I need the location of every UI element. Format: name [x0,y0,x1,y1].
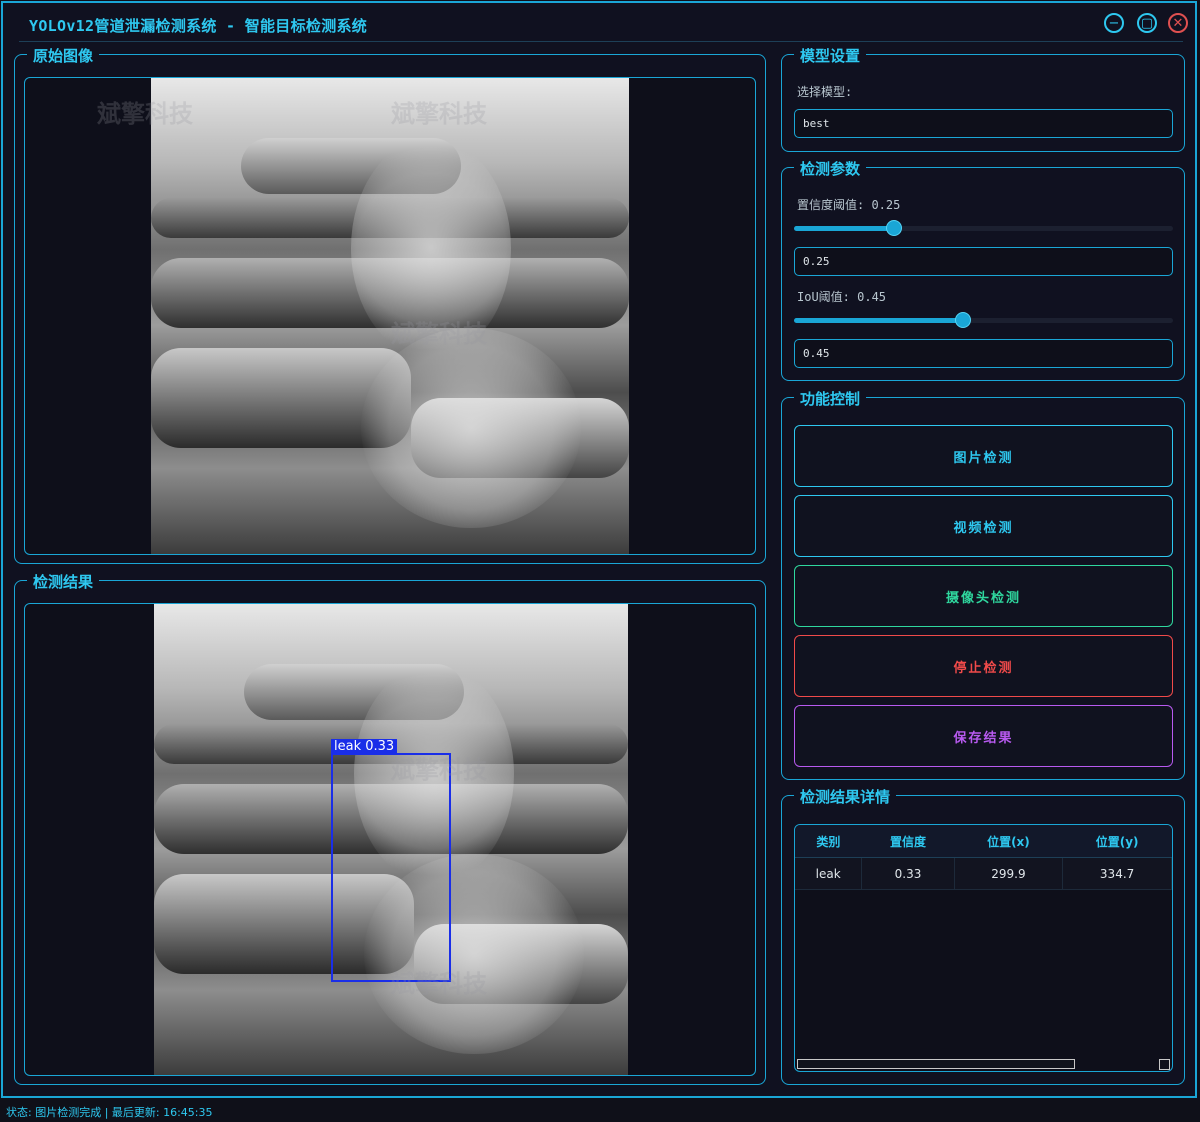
column-header-confidence[interactable]: 置信度 [861,825,955,858]
close-icon[interactable]: ✕ [1168,13,1188,33]
window-title: YOLOv12管道泄漏检测系统 - 智能目标检测系统 [29,17,368,35]
video-detect-button[interactable]: 视频检测 [794,495,1173,557]
table-cell-confidence: 0.33 [861,857,955,890]
maximize-icon[interactable]: ▢ [1137,13,1157,33]
title-bar: YOLOv12管道泄漏检测系统 - 智能目标检测系统 − ▢ ✕ [3,3,1195,43]
confidence-slider[interactable] [794,220,1173,236]
detection-params-title: 检测参数 [794,158,867,179]
image-detect-button[interactable]: 图片检测 [794,425,1173,487]
detection-label: leak 0.33 [331,739,398,754]
column-header-position-x[interactable]: 位置(x) [954,825,1063,858]
status-bar: 状态: 图片检测完成 | 最后更新: 16:45:35 [6,1106,213,1119]
function-control-title: 功能控制 [794,388,867,409]
model-settings-title: 模型设置 [794,45,867,66]
confidence-threshold-label: 置信度阈值: 0.25 [797,198,901,212]
original-image-frame: 斌擎科技 斌擎科技 斌擎科技 [24,77,756,555]
result-image: leak 0.33 [154,604,628,1075]
iou-slider-handle[interactable] [954,312,971,328]
minimize-icon[interactable]: − [1104,13,1124,33]
save-result-button[interactable]: 保存结果 [794,705,1173,767]
confidence-slider-fill [794,226,894,231]
iou-threshold-label: IoU阈值: 0.45 [797,290,887,304]
result-details-title: 检测结果详情 [794,786,897,807]
iou-slider-fill [794,318,963,323]
result-details-table: 类别 置信度 位置(x) 位置(y) leak 0.33 299.9 334.7 [794,824,1173,1072]
column-header-class[interactable]: 类别 [795,825,862,858]
horizontal-scrollbar[interactable] [797,1059,1075,1069]
original-image-title: 原始图像 [27,45,100,66]
table-row[interactable]: leak 0.33 299.9 334.7 [795,857,1172,890]
scroll-corner [1159,1059,1170,1070]
confidence-slider-handle[interactable] [885,220,902,236]
title-divider [19,41,1183,42]
stop-detect-button[interactable]: 停止检测 [794,635,1173,697]
detection-bounding-box [331,753,451,982]
table-cell-position-x: 299.9 [954,857,1064,890]
table-cell-position-y: 334.7 [1062,857,1172,890]
original-image-group: 原始图像 斌擎科技 斌擎科技 斌擎科技 [14,45,766,564]
result-image-group: 检测结果 leak 0.33 斌擎科技 斌擎科技 [14,571,766,1085]
iou-slider[interactable] [794,312,1173,328]
camera-detect-button[interactable]: 摄像头检测 [794,565,1173,627]
table-cell-class: leak [795,857,863,890]
model-select-label: 选择模型: [797,85,853,99]
original-image [151,78,629,554]
model-select-dropdown[interactable]: best [794,109,1173,138]
result-image-frame: leak 0.33 斌擎科技 斌擎科技 [24,603,756,1076]
column-header-position-y[interactable]: 位置(y) [1062,825,1172,858]
result-image-title: 检测结果 [27,571,100,592]
iou-input[interactable]: 0.45 [794,339,1173,368]
confidence-input[interactable]: 0.25 [794,247,1173,276]
